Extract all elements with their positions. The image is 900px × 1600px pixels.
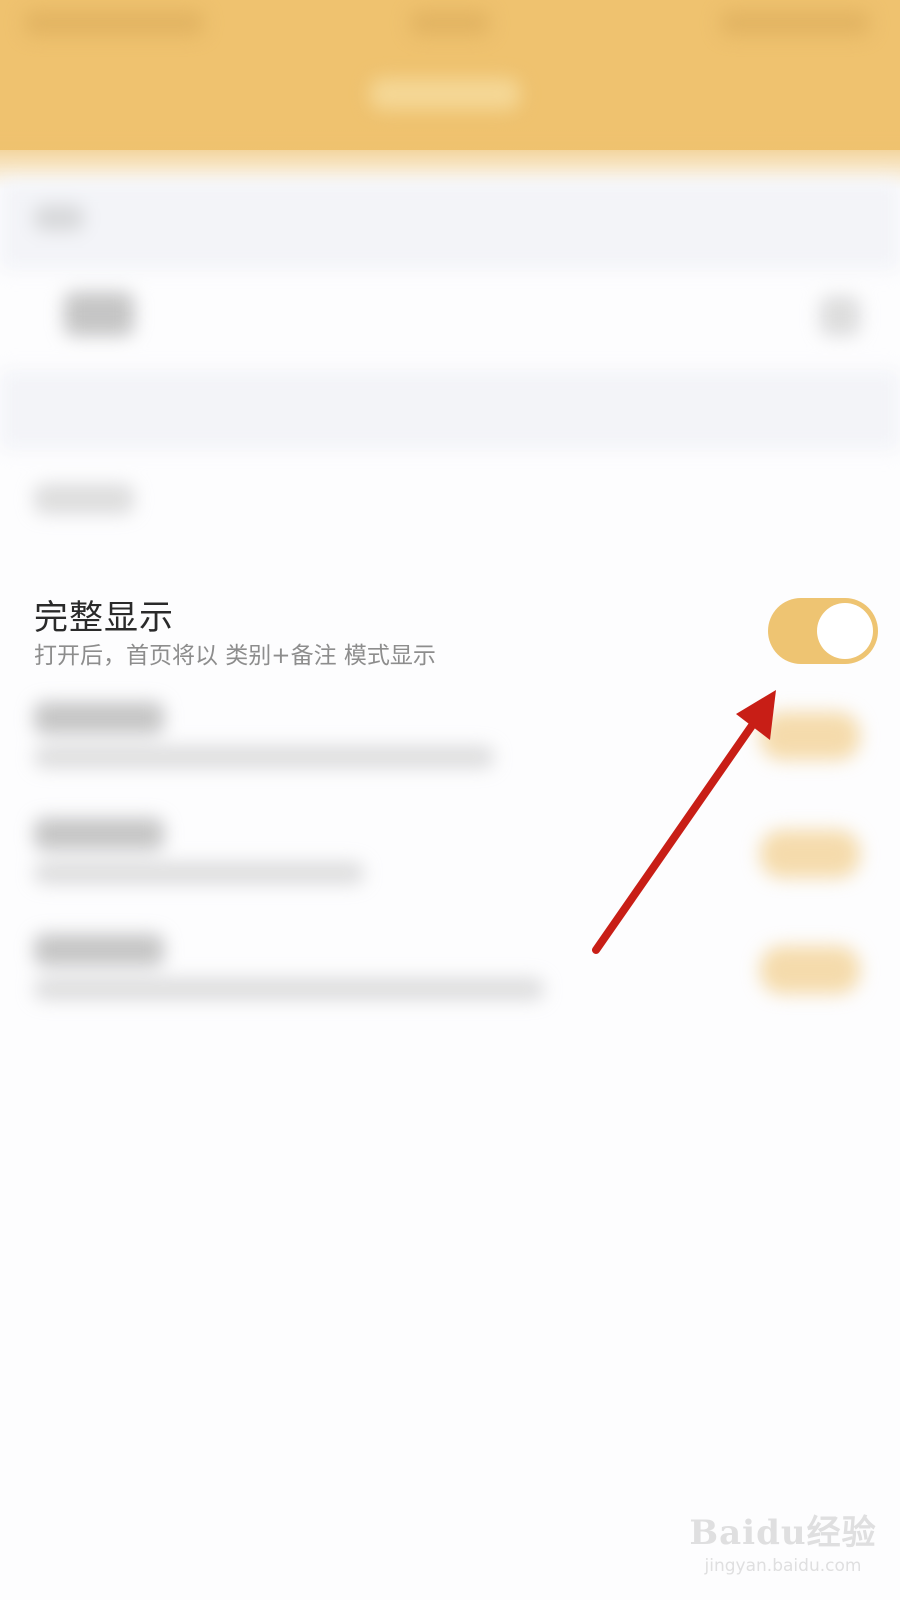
watermark-brand: Baidu经验 <box>689 1513 877 1553</box>
annotation-arrow <box>592 690 776 954</box>
watermark-url: jingyan.baidu.com <box>704 1556 862 1576</box>
baidu-jingyan-watermark: Baidu经验 jingyan.baidu.com <box>688 1505 878 1585</box>
